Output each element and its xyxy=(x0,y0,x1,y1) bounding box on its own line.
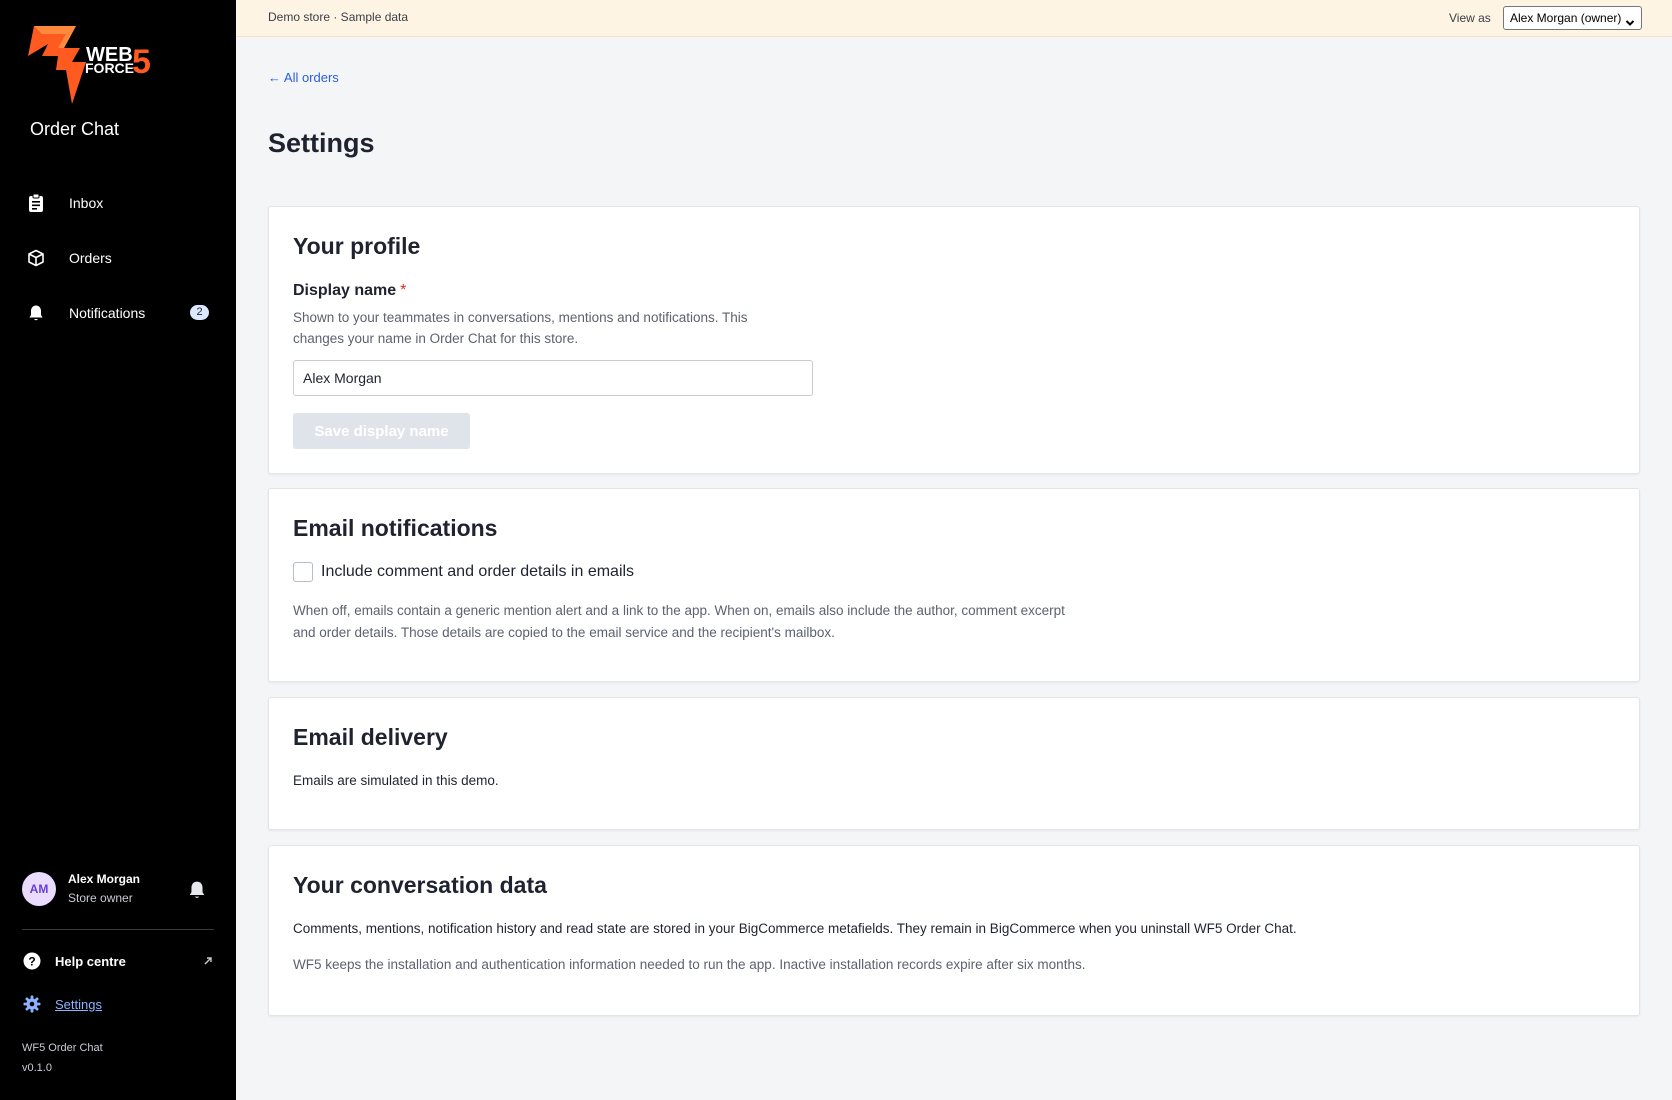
email-notifications-card: Email notifications Include comment and … xyxy=(268,488,1640,682)
help-centre-link[interactable]: ? Help centre xyxy=(22,950,214,972)
app-name: Order Chat xyxy=(30,119,120,139)
sidebar: WEB FORCE 5 Order Chat Inbox Orders Noti… xyxy=(0,0,236,1100)
required-marker: * xyxy=(400,282,407,299)
user-card[interactable]: AM Alex Morgan Store owner xyxy=(22,870,214,910)
sidebar-divider xyxy=(22,929,214,930)
display-name-help: Shown to your teammates in conversations… xyxy=(293,310,748,346)
user-role: Store owner xyxy=(68,891,133,905)
user-name: Alex Morgan xyxy=(68,872,141,886)
conversation-data-retention: WF5 keeps the installation and authentic… xyxy=(293,957,1086,972)
svg-text:5: 5 xyxy=(132,43,151,81)
gear-icon xyxy=(22,994,42,1014)
profile-card: Your profile Display name * Shown to your… xyxy=(268,206,1640,474)
include-details-label[interactable]: Include comment and order details in ema… xyxy=(321,563,634,581)
profile-card-title: Your profile xyxy=(293,233,421,259)
sidebar-item-label: Orders xyxy=(69,249,112,266)
email-notifications-title: Email notifications xyxy=(293,515,498,541)
email-delivery-text: Emails are simulated in this demo. xyxy=(293,773,499,788)
email-notifications-help: When off, emails contain a generic menti… xyxy=(293,603,1065,640)
external-link-icon xyxy=(202,954,214,966)
demo-store-label: Demo store · Sample data xyxy=(268,10,409,24)
save-display-name-button[interactable]: Save display name xyxy=(293,413,470,449)
app-version-name: WF5 Order Chat xyxy=(22,1042,103,1054)
sidebar-item-label: Inbox xyxy=(69,194,104,211)
email-delivery-card: Email delivery Emails are simulated in t… xyxy=(268,697,1640,830)
conversation-data-card: Your conversation data Comments, mention… xyxy=(268,845,1640,1016)
sidebar-item-label: Notifications xyxy=(69,304,146,321)
include-details-checkbox[interactable] xyxy=(293,562,313,582)
conversation-data-title: Your conversation data xyxy=(293,872,547,898)
email-delivery-title: Email delivery xyxy=(293,724,448,750)
help-centre-label: Help centre xyxy=(55,953,126,969)
box-icon xyxy=(27,249,45,267)
settings-link[interactable]: Settings xyxy=(22,993,102,1015)
avatar: AM xyxy=(22,872,56,906)
view-as-selected-value: Alex Morgan (owner) xyxy=(1510,11,1622,25)
settings-label: Settings xyxy=(55,996,102,1012)
sidebar-nav: Inbox Orders Notifications 2 xyxy=(0,175,236,340)
webforce5-logo[interactable]: WEB FORCE 5 xyxy=(28,26,178,110)
svg-text:?: ? xyxy=(28,955,35,969)
bell-icon xyxy=(27,304,45,322)
help-circle-icon: ? xyxy=(22,951,42,971)
app-version-number: v0.1.0 xyxy=(22,1062,52,1074)
sidebar-item-inbox[interactable]: Inbox xyxy=(0,175,236,230)
clipboard-icon xyxy=(27,193,45,212)
back-to-orders-link[interactable]: ← All orders xyxy=(268,70,339,85)
notification-count-badge: 2 xyxy=(190,305,209,320)
chevron-down-icon xyxy=(1625,13,1635,26)
lightning-bolt-icon: WEB FORCE 5 xyxy=(28,26,151,104)
page-title: Settings xyxy=(268,128,375,158)
display-name-input[interactable] xyxy=(293,360,813,396)
include-details-checkbox-row[interactable]: Include comment and order details in ema… xyxy=(293,562,634,582)
bell-icon[interactable] xyxy=(188,880,208,900)
view-as-select[interactable]: Alex Morgan (owner) xyxy=(1503,6,1642,30)
demo-banner: Demo store · Sample data View as Alex Mo… xyxy=(236,0,1672,37)
sidebar-item-notifications[interactable]: Notifications 2 xyxy=(0,285,236,340)
display-name-label: Display name * xyxy=(293,282,407,299)
conversation-data-text: Comments, mentions, notification history… xyxy=(293,921,1297,936)
sidebar-item-orders[interactable]: Orders xyxy=(0,230,236,285)
view-as-label: View as xyxy=(1449,11,1491,25)
svg-text:FORCE: FORCE xyxy=(85,60,134,76)
